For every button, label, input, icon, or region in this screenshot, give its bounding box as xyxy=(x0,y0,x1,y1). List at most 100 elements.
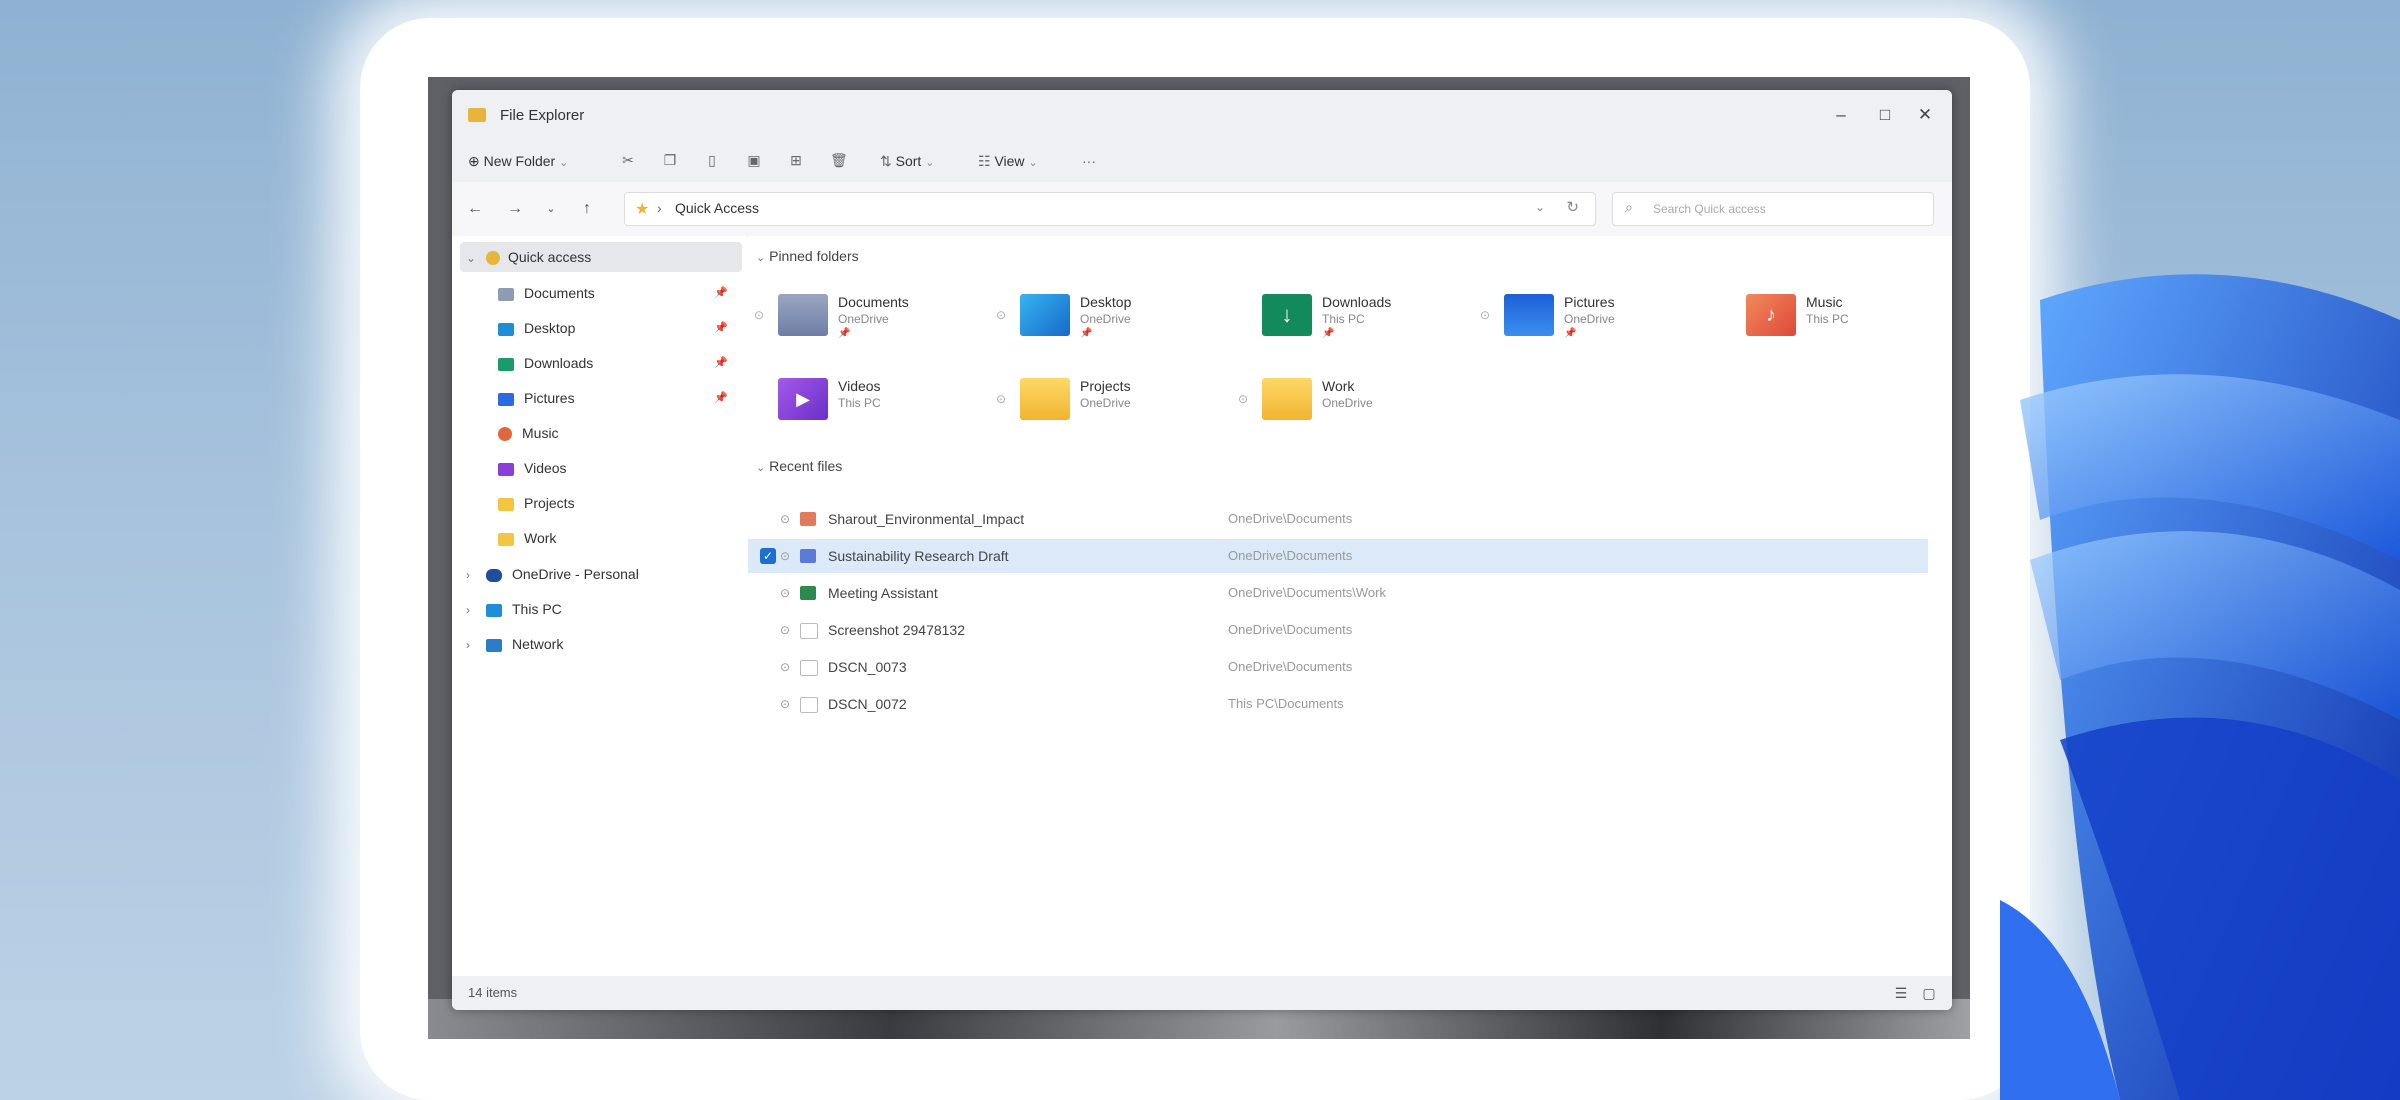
copy-icon[interactable]: ❐ xyxy=(662,151,678,169)
cut-icon[interactable]: ✂ xyxy=(620,151,636,169)
sidebar-item-quick-access[interactable]: ⌄ Quick access xyxy=(460,242,742,272)
paste-icon[interactable]: ▯ xyxy=(704,151,720,169)
recent-file-row[interactable]: ⊙ Sharout_Environmental_Impact OneDrive\… xyxy=(748,502,1928,536)
folder-icon xyxy=(1262,378,1312,420)
file-name: Sharout_Environmental_Impact xyxy=(828,511,1025,527)
details-view-icon[interactable]: ☰ xyxy=(1892,984,1910,1002)
breadcrumb-chevron-icon: › xyxy=(657,200,662,216)
more-options-button[interactable]: ··· xyxy=(1082,150,1096,172)
recent-file-row[interactable]: ✓ ⊙ Sustainability Research Draft OneDri… xyxy=(748,539,1928,573)
pin-icon: 📌 xyxy=(714,287,728,299)
title-bar: File Explorer – □ ✕ xyxy=(452,90,1952,140)
chevron-down-icon: ⌄ xyxy=(1028,157,1038,169)
chevron-down-icon[interactable]: ⌄ xyxy=(1535,200,1545,214)
pinned-folder-videos[interactable]: ▶ Videos This PC xyxy=(748,374,958,430)
recent-file-row[interactable]: ⊙ Meeting Assistant OneDrive\Documents\W… xyxy=(748,576,1928,610)
address-bar[interactable]: ★ › Quick Access ⌄ ↻ xyxy=(624,192,1596,226)
up-arrow-icon[interactable]: ↑ xyxy=(576,198,598,220)
address-row: ← → ⌄ ↑ ★ › Quick Access ⌄ ↻ ⌕ Search Qu… xyxy=(452,182,1952,237)
recent-file-row[interactable]: ⊙ DSCN_0073 OneDrive\Documents xyxy=(748,650,1928,684)
delete-icon[interactable]: 🗑 xyxy=(830,151,848,169)
share-icon[interactable]: ⊞ xyxy=(788,151,804,169)
folder-location: OneDrive xyxy=(1564,312,1615,326)
recent-file-row[interactable]: ⊙ DSCN_0072 This PC\Documents xyxy=(748,687,1928,721)
recent-file-row[interactable]: ⊙ Screenshot 29478132 OneDrive\Documents xyxy=(748,613,1928,647)
videos-icon xyxy=(498,462,514,476)
sidebar-item-label: Downloads xyxy=(524,355,594,371)
pin-icon: 📌 xyxy=(714,392,728,404)
file-location: OneDrive\Documents xyxy=(1228,622,1353,637)
refresh-icon[interactable]: ↻ xyxy=(1566,198,1579,216)
file-location: OneDrive\Documents xyxy=(1228,659,1353,674)
forward-arrow-icon[interactable]: → xyxy=(504,198,526,220)
sync-icon: ⊙ xyxy=(780,512,791,526)
chevron-down-icon: ⌄ xyxy=(756,462,766,474)
sort-icon: ⇅ xyxy=(880,153,892,169)
sync-icon: ⊙ xyxy=(780,623,791,637)
pin-icon: 📌 xyxy=(1322,328,1335,339)
wallpaper-bloom xyxy=(2000,260,2400,1100)
pinned-folder-work[interactable]: ⊙ Work OneDrive xyxy=(1232,374,1442,430)
chevron-down-icon: ⌄ xyxy=(756,252,766,264)
pinned-folder-downloads[interactable]: ↓ Downloads This PC 📌 xyxy=(1232,290,1442,346)
pinned-folder-projects[interactable]: ⊙ Projects OneDrive xyxy=(990,374,1200,430)
folder-name: Videos xyxy=(838,378,881,394)
sync-icon: ⊙ xyxy=(1480,308,1491,322)
pinned-folder-desktop[interactable]: ⊙ Desktop OneDrive 📌 xyxy=(990,290,1200,346)
sidebar-item-documents[interactable]: Documents 📌 xyxy=(498,278,742,308)
checkbox-checked-icon[interactable]: ✓ xyxy=(760,548,776,564)
file-explorer-window: File Explorer – □ ✕ ⊕ New Folder ⌄ ✂ ❐ ▯… xyxy=(452,90,1952,1010)
file-location: This PC\Documents xyxy=(1228,696,1344,711)
pinned-folder-pictures[interactable]: ⊙ Pictures OneDrive 📌 xyxy=(1474,290,1684,346)
folder-icon xyxy=(468,108,486,122)
folder-location: OneDrive xyxy=(1080,312,1131,326)
rename-icon[interactable]: ▣ xyxy=(746,151,762,169)
recent-files-header[interactable]: ⌄ Recent files xyxy=(756,458,842,474)
sidebar-item-projects[interactable]: Projects xyxy=(498,488,742,518)
folder-location: OneDrive xyxy=(1322,396,1373,410)
tiles-view-icon[interactable]: ▢ xyxy=(1920,984,1938,1002)
folder-name: Music xyxy=(1806,294,1843,310)
star-icon: ★ xyxy=(635,201,650,218)
pinned-folder-documents[interactable]: ⊙ Documents OneDrive 📌 xyxy=(748,290,958,346)
folder-name: Pictures xyxy=(1564,294,1615,310)
sidebar-item-label: Pictures xyxy=(524,390,575,406)
sort-button[interactable]: ⇅ Sort ⌄ xyxy=(880,150,934,172)
pinned-folder-music[interactable]: ♪ Music This PC xyxy=(1716,290,1926,346)
pinned-folders-header[interactable]: ⌄ Pinned folders xyxy=(756,248,859,264)
folder-name: Desktop xyxy=(1080,294,1132,310)
desktop-folder-icon xyxy=(1020,294,1070,336)
breadcrumb-quick-access[interactable]: Quick Access xyxy=(675,200,759,216)
close-button[interactable]: ✕ xyxy=(1910,102,1940,128)
chevron-right-icon: › xyxy=(466,568,470,582)
file-icon xyxy=(800,586,816,600)
documents-folder-icon xyxy=(778,294,828,336)
sidebar-item-desktop[interactable]: Desktop 📌 xyxy=(498,313,742,343)
sidebar-item-this-pc[interactable]: › This PC xyxy=(466,594,742,624)
file-name: Screenshot 29478132 xyxy=(828,622,965,638)
sidebar-item-network[interactable]: › Network xyxy=(466,629,742,659)
file-name: Meeting Assistant xyxy=(828,585,938,601)
download-icon: ↓ xyxy=(1262,294,1312,336)
plus-circle-icon: ⊕ xyxy=(468,153,480,169)
sidebar-item-work[interactable]: Work xyxy=(498,523,742,553)
pin-icon: 📌 xyxy=(714,322,728,334)
sidebar-item-onedrive[interactable]: › OneDrive - Personal xyxy=(466,559,742,589)
chevron-down-icon: ⌄ xyxy=(559,157,569,169)
new-folder-button[interactable]: ⊕ New Folder ⌄ xyxy=(468,150,568,172)
sidebar-item-music[interactable]: Music xyxy=(498,418,742,448)
pin-icon: 📌 xyxy=(1564,328,1577,339)
search-box[interactable]: ⌕ Search Quick access xyxy=(1612,192,1934,226)
back-arrow-icon[interactable]: ← xyxy=(464,198,486,220)
recent-locations-icon[interactable]: ⌄ xyxy=(540,198,562,220)
folder-icon xyxy=(498,497,514,511)
minimize-button[interactable]: – xyxy=(1826,102,1856,128)
folder-location: This PC xyxy=(1806,312,1849,326)
view-button[interactable]: ☷ View ⌄ xyxy=(978,150,1038,172)
sidebar-item-videos[interactable]: Videos xyxy=(498,453,742,483)
maximize-button[interactable]: □ xyxy=(1870,102,1900,128)
sidebar-item-pictures[interactable]: Pictures 📌 xyxy=(498,383,742,413)
download-icon xyxy=(498,357,514,371)
item-count: 14 items xyxy=(468,985,518,1000)
sidebar-item-downloads[interactable]: Downloads 📌 xyxy=(498,348,742,378)
